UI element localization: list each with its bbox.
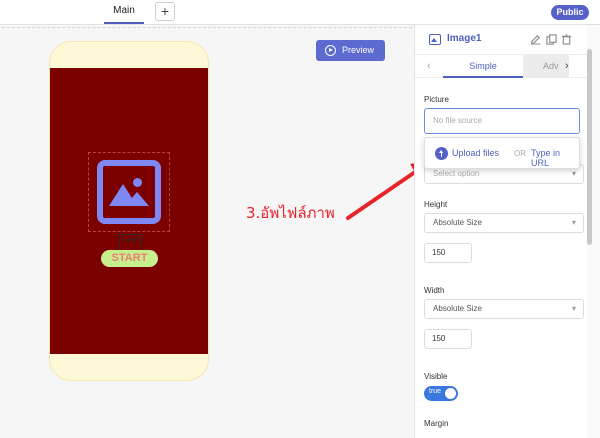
copy-icon[interactable] [546,34,557,45]
margin-label: Margin [424,419,449,428]
tab-main[interactable]: Main [104,0,144,24]
visible-label: Visible [424,372,448,381]
toggle-knob [445,388,456,399]
phone-screen[interactable]: Label START [50,68,208,354]
height-mode-select[interactable]: Absolute Size ▾ [424,213,584,233]
height-label: Height [424,200,448,209]
width-label: Width [424,286,445,295]
panel-tabs: ‹ Simple Adv › [415,54,587,78]
picture-source-input[interactable]: No file source [424,108,580,134]
chevron-down-icon: ▾ [571,218,576,227]
tabs-prev-chevron-icon[interactable]: ‹ [427,60,431,72]
properties-panel: Image1 ‹ Simple Adv › Picture No file so… [414,25,600,438]
tabs-next-chevron-icon[interactable]: › [565,60,569,72]
visible-toggle[interactable]: true [424,386,458,401]
top-bar: Main + Public [0,0,600,25]
play-icon [325,45,336,56]
toggle-value: true [429,388,442,395]
preview-button[interactable]: Preview [316,40,385,61]
trash-icon[interactable] [561,34,572,45]
chevron-down-icon: ▾ [571,304,576,313]
width-value-input[interactable]: 150 [424,329,472,349]
label-component[interactable]: Label [118,234,141,251]
type-in-url-link[interactable]: Type in URL [531,148,579,168]
annotation-text: 3.อัพไฟล์ภาพ [246,204,335,222]
canvas-guide-line [2,27,412,28]
tab-simple[interactable]: Simple [443,55,523,78]
design-canvas: Preview Label START [0,25,414,438]
upload-icon [435,147,448,160]
component-name[interactable]: Image1 [447,33,481,44]
phone-frame: Label START [49,41,209,381]
select-placeholder: Select option [433,169,480,178]
image-component-icon [429,34,441,45]
image-placeholder-icon [97,160,161,224]
picture-label: Picture [424,95,449,104]
public-badge[interactable]: Public [551,5,589,20]
label-text: Label [122,237,140,244]
height-value-input[interactable]: 150 [424,243,472,263]
start-button[interactable]: START [101,250,158,267]
width-mode-value: Absolute Size [433,304,482,313]
preview-label: Preview [342,45,375,55]
upload-popover: Upload files OR Type in URL [424,137,580,169]
panel-scrollbar-thumb[interactable] [587,49,592,245]
add-screen-button[interactable]: + [155,2,175,21]
edit-icon[interactable] [530,34,541,45]
image-component[interactable] [88,152,170,232]
upload-files-link[interactable]: Upload files [452,148,499,158]
height-mode-value: Absolute Size [433,218,482,227]
tab-advanced[interactable]: Adv [523,55,569,78]
or-separator: OR [514,149,526,158]
width-mode-select[interactable]: Absolute Size ▾ [424,299,584,319]
mountain-shape-small [125,192,149,206]
